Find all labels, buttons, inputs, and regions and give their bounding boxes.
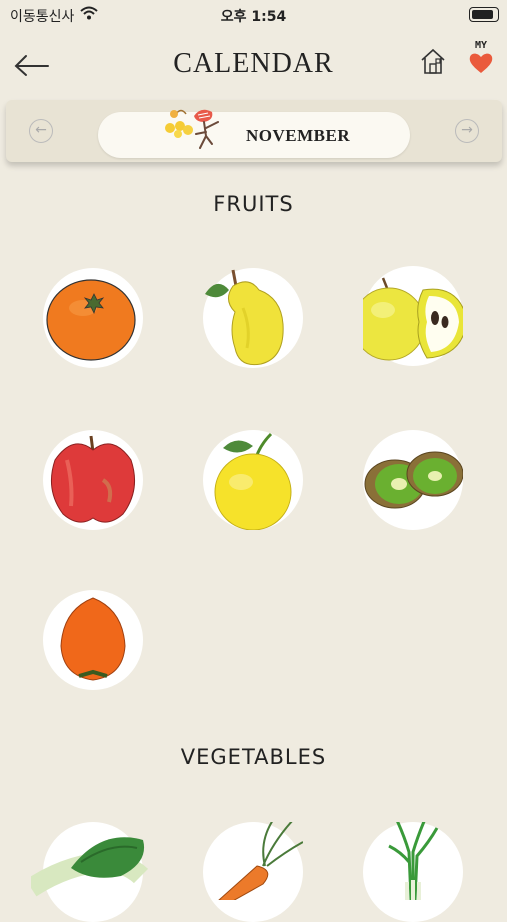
vegetable-item-carrot[interactable] [203,822,303,922]
next-month-button[interactable]: → [455,119,479,143]
fruit-item-pear[interactable] [363,266,463,366]
fruit-item-yuzu[interactable] [203,430,303,530]
header: CALENDAR MY [0,40,507,90]
battery-icon [469,7,499,22]
fruit-item-orange[interactable] [43,268,143,368]
pear-icon [363,277,463,361]
persimmon-icon [60,597,126,681]
month-pill: NOVEMBER [98,109,410,158]
current-month-label: NOVEMBER [246,126,351,145]
previous-month-button[interactable]: ← [29,119,53,143]
quince-icon [205,269,284,366]
green-onion-icon [388,822,439,900]
fruit-item-kiwi[interactable] [363,430,463,530]
heart-icon [469,53,493,73]
status-bar: 이동통신사 오후 1:54 [0,0,507,30]
vegetables-section-title: VEGETABLES [180,745,327,769]
month-illustration-icon [165,109,219,149]
fruit-item-quince[interactable] [203,268,303,368]
status-time: 오후 1:54 [220,9,287,25]
yuzu-icon [214,432,292,530]
vegetable-item-green-onion[interactable] [363,822,463,922]
fruit-item-apple[interactable] [43,430,143,530]
fruits-section-title: FRUITS [213,192,294,216]
vegetable-item-napa-cabbage[interactable] [31,822,149,922]
orange-icon [46,279,136,361]
fruit-item-persimmon[interactable] [43,590,143,690]
napa-cabbage-icon [31,837,149,897]
my-favorites-button[interactable]: MY [466,40,496,80]
carrot-icon [218,822,303,900]
home-icon[interactable] [418,46,448,76]
apple-icon [50,435,136,523]
month-selector: ← NOVEMBER → [6,100,502,162]
my-label: MY [474,40,488,51]
kiwi-icon [364,451,463,509]
